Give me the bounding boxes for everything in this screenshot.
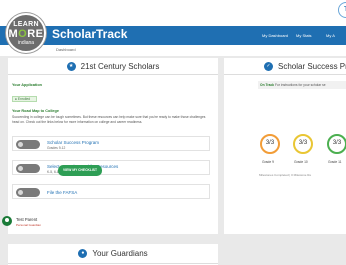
resource-thumbnail <box>16 140 40 149</box>
scholars-panel-title: 21st Century Scholars <box>80 61 160 71</box>
grade-11-ring[interactable]: 3/3 <box>327 134 346 154</box>
grade-9-ring[interactable]: 3/3 <box>260 134 280 154</box>
application-label: Your Application <box>12 83 42 87</box>
scholars-panel: ★ 21st Century Scholars Your Application… <box>8 58 218 234</box>
resource-item-fafsa[interactable]: File the FAFSA <box>12 184 210 199</box>
nav-link-my-stats[interactable]: My Stats <box>296 33 312 38</box>
resource-item-grade-level[interactable]: Select a Grade Level for Resources K-5, … <box>12 160 210 175</box>
roadmap-text: Succeeding in college can be tough somet… <box>12 115 206 124</box>
guardians-panel-header: ● Your Guardians <box>8 244 218 264</box>
success-panel-title: Scholar Success Pr <box>278 61 346 71</box>
user-avatar-button[interactable]: T <box>338 2 346 18</box>
user-icon: ● <box>78 249 88 258</box>
grade-10-ring[interactable]: 3/3 <box>293 134 313 154</box>
scholars-panel-header: ★ 21st Century Scholars <box>8 58 218 75</box>
resource-thumbnail <box>16 188 40 197</box>
status-badge: ● Enrolled <box>12 96 37 102</box>
milestone-summary: Milestones Completed | 0 Milestone Re <box>259 173 312 177</box>
success-panel-header: ✓ Scholar Success Pr <box>224 58 346 75</box>
resource-item-scholar-success[interactable]: Scholar Success Program Grades 9-12 <box>12 136 210 151</box>
page-subtitle: Dashboard <box>56 47 76 52</box>
guardians-panel-title: Your Guardians <box>92 249 148 258</box>
resource-title[interactable]: File the FAFSA <box>47 190 77 195</box>
guardian-name[interactable]: Test Parent <box>16 217 37 222</box>
view-checklist-button[interactable]: VIEW MY CHECKLIST <box>58 165 102 176</box>
guardian-avatar-icon <box>2 216 12 226</box>
resource-thumbnail <box>16 164 40 173</box>
success-panel: ✓ Scholar Success Pr On Track For instru… <box>224 58 346 234</box>
app-header: ScholarTrack Dashboard My Dashboard My S… <box>0 0 346 56</box>
guardians-panel: ● Your Guardians <box>8 244 218 265</box>
nav-link-my-account[interactable]: My A <box>326 33 335 38</box>
tip-banner: On Track For instructions for your schol… <box>258 81 346 89</box>
resource-subtitle: Grades 9-12 <box>47 146 66 150</box>
graduation-cap-icon: ★ <box>66 61 76 71</box>
grade-10-label: Grade 10 <box>294 160 308 164</box>
grade-9-label: Grade 9 <box>262 160 274 164</box>
grade-11-label: Grade 11 <box>328 160 342 164</box>
top-nav: My Dashboard My Stats My A <box>0 33 346 41</box>
on-track-label: On Track <box>260 83 275 87</box>
learn-more-logo: LEARN MORE indiana <box>6 13 46 53</box>
guardian-role: Personal Guardian <box>16 223 42 227</box>
resource-title[interactable]: Scholar Success Program <box>47 140 99 145</box>
nav-link-my-dashboard[interactable]: My Dashboard <box>262 33 288 38</box>
roadmap-label: Your Road Map to College <box>12 109 59 113</box>
check-circle-icon: ✓ <box>264 61 273 71</box>
